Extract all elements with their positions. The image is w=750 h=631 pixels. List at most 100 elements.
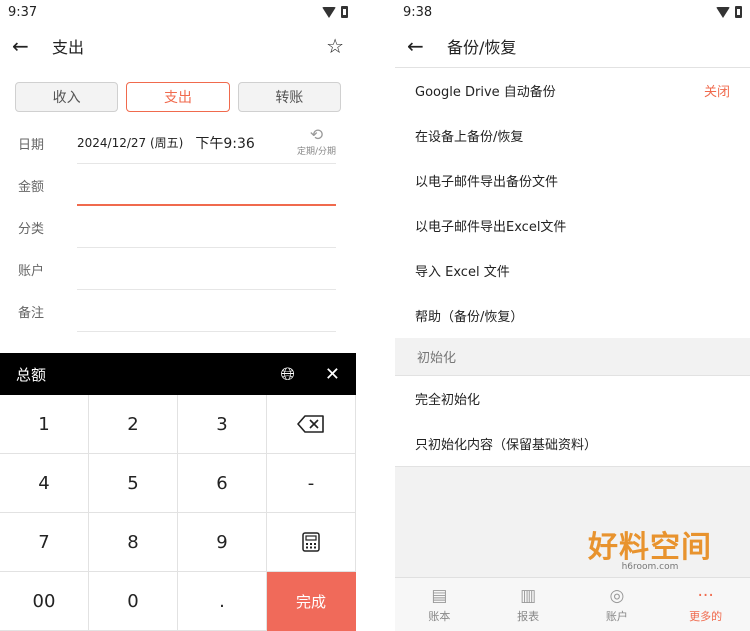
back-arrow-icon[interactable]: ←: [12, 34, 42, 58]
repeat-label: 定期/分期: [296, 147, 336, 157]
key-0[interactable]: 0: [89, 572, 178, 631]
wifi-icon: [716, 6, 730, 18]
key-2[interactable]: 2: [89, 395, 178, 454]
tab-expense[interactable]: 支出: [126, 82, 230, 112]
content-reset-item[interactable]: 只初始化内容（保留基础资料）: [395, 421, 750, 466]
device-backup-item[interactable]: 在设备上备份/恢复: [395, 113, 750, 158]
tab-transfer[interactable]: 转账: [237, 82, 341, 112]
back-arrow-icon[interactable]: ←: [407, 34, 437, 58]
amount-row: 金额: [18, 164, 336, 206]
category-field[interactable]: [77, 206, 336, 248]
repeat-icon: ⟲: [309, 125, 324, 144]
list-item-label: 帮助（备份/恢复）: [415, 310, 524, 325]
full-reset-item[interactable]: 完全初始化: [395, 376, 750, 421]
email-excel-item[interactable]: 以电子邮件导出Excel文件: [395, 203, 750, 248]
watermark-text: 好料空间: [588, 530, 712, 565]
google-drive-backup-item[interactable]: Google Drive 自动备份 关闭: [395, 68, 750, 113]
category-row: 分类: [18, 206, 336, 248]
nav-label: 更多的: [689, 609, 723, 623]
key-3[interactable]: 3: [178, 395, 267, 454]
account-label: 账户: [18, 263, 45, 279]
page-title: 支出: [52, 38, 85, 57]
calculator-key[interactable]: [267, 513, 356, 572]
battery-icon: [735, 6, 742, 18]
book-icon: ▤: [431, 585, 448, 606]
bottom-navigation: ▤ 账本 ▥ 报表 ◎ 账户 ··· 更多的: [395, 577, 750, 631]
list-item-label: 完全初始化: [415, 393, 481, 408]
key-00[interactable]: 00: [0, 572, 89, 631]
calculator-icon: [302, 532, 320, 552]
key-minus[interactable]: -: [267, 454, 356, 513]
auto-backup-status[interactable]: 关闭: [704, 81, 730, 100]
key-4[interactable]: 4: [0, 454, 89, 513]
nav-accounts[interactable]: ◎ 账户: [573, 578, 662, 631]
backspace-key[interactable]: [267, 395, 356, 454]
status-time: 9:38: [403, 4, 433, 20]
amount-label: 金额: [18, 179, 45, 195]
email-backup-item[interactable]: 以电子邮件导出备份文件: [395, 158, 750, 203]
nav-label: 报表: [517, 609, 540, 623]
note-label: 备注: [18, 305, 45, 321]
status-time: 9:37: [8, 4, 38, 20]
wifi-icon: [322, 6, 336, 18]
key-6[interactable]: 6: [178, 454, 267, 513]
list-item-label: 以电子邮件导出Excel文件: [415, 220, 567, 235]
app-bar: ← 支出 ☆: [0, 24, 356, 68]
amount-field[interactable]: [77, 164, 336, 206]
battery-icon: [341, 6, 348, 18]
date-label: 日期: [18, 137, 45, 153]
init-options-list: 完全初始化 只初始化内容（保留基础资料）: [395, 376, 750, 467]
nav-label: 账户: [605, 609, 628, 623]
globe-icon[interactable]: 🌐︎: [281, 364, 295, 385]
list-item-label: 以电子邮件导出备份文件: [415, 175, 559, 190]
more-icon: ···: [697, 585, 714, 606]
time-field[interactable]: 下午9:36: [195, 133, 254, 153]
account-field[interactable]: [77, 248, 336, 290]
key-8[interactable]: 8: [89, 513, 178, 572]
tab-income[interactable]: 收入: [15, 82, 119, 112]
nav-label: 账本: [428, 609, 451, 623]
key-5[interactable]: 5: [89, 454, 178, 513]
account-row: 账户: [18, 248, 336, 290]
app-bar: ← 备份/恢复: [395, 24, 750, 68]
backup-restore-screen: 9:38 ← 备份/恢复 Google Drive 自动备份 关闭 在设备上备份…: [395, 0, 750, 631]
key-decimal[interactable]: .: [178, 572, 267, 631]
nav-ledger[interactable]: ▤ 账本: [395, 578, 484, 631]
nav-more[interactable]: ··· 更多的: [661, 578, 750, 631]
note-row: 备注: [18, 290, 336, 332]
repeat-installment-button[interactable]: ⟲ 定期/分期: [296, 125, 336, 158]
keypad-title: 总额: [16, 365, 47, 384]
key-7[interactable]: 7: [0, 513, 89, 572]
import-excel-item[interactable]: 导入 Excel 文件: [395, 248, 750, 293]
backspace-icon: [297, 415, 324, 433]
key-9[interactable]: 9: [178, 513, 267, 572]
nav-reports[interactable]: ▥ 报表: [484, 578, 573, 631]
amount-keypad: 总额 🌐︎ ✕ 1 2 3 4 5 6 - 7 8 9 00 0 . 完成: [0, 353, 356, 631]
close-icon[interactable]: ✕: [325, 364, 340, 385]
watermark-url: h6room.com: [621, 562, 679, 572]
expense-screen: 9:37 ← 支出 ☆ 收入 支出 转账 日期 2024/12/27 (周五) …: [0, 0, 356, 631]
transaction-type-tabs: 收入 支出 转账: [0, 68, 356, 122]
list-item-label: 在设备上备份/恢复: [415, 130, 524, 145]
chart-icon: ▥: [520, 585, 537, 606]
list-item-label: Google Drive 自动备份: [415, 85, 556, 100]
transaction-form: 日期 2024/12/27 (周五) 下午9:36 ⟲ 定期/分期 金额 分类 …: [0, 122, 356, 332]
coins-icon: ◎: [609, 585, 625, 606]
note-field[interactable]: [77, 290, 336, 332]
backup-options-list: Google Drive 自动备份 关闭 在设备上备份/恢复 以电子邮件导出备份…: [395, 68, 750, 338]
bookmark-star-icon[interactable]: ☆: [326, 34, 344, 58]
init-section-header: 初始化: [395, 338, 750, 376]
done-button[interactable]: 完成: [267, 572, 356, 631]
list-item-label: 只初始化内容（保留基础资料）: [415, 438, 598, 453]
status-bar: 9:37: [0, 0, 356, 24]
backup-help-item[interactable]: 帮助（备份/恢复）: [395, 293, 750, 338]
key-1[interactable]: 1: [0, 395, 89, 454]
watermark-logo: 好料空间 h6room.com: [588, 522, 712, 572]
keypad-grid: 1 2 3 4 5 6 - 7 8 9 00 0 . 完成: [0, 395, 356, 631]
status-bar: 9:38: [395, 0, 750, 24]
page-title: 备份/恢复: [447, 37, 517, 57]
date-field[interactable]: 2024/12/27 (周五): [77, 134, 183, 151]
keypad-header: 总额 🌐︎ ✕: [0, 353, 356, 395]
date-row: 日期 2024/12/27 (周五) 下午9:36 ⟲ 定期/分期: [18, 122, 336, 164]
category-label: 分类: [18, 221, 45, 237]
